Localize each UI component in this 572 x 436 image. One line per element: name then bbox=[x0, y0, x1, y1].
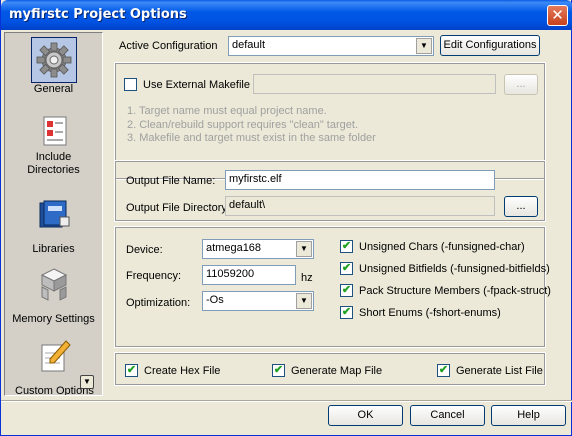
generate-list-file-label: Generate List File bbox=[456, 365, 543, 377]
optimization-label: Optimization: bbox=[126, 297, 191, 309]
edit-configurations-button[interactable]: Edit Configurations bbox=[440, 35, 540, 56]
chevron-down-icon: ▼ bbox=[296, 241, 312, 257]
create-hex-file-label: Create Hex File bbox=[144, 365, 221, 377]
unsigned-chars-label: Unsigned Chars (-funsigned-char) bbox=[359, 241, 525, 253]
sidebar-item-label: Include Directories bbox=[27, 151, 80, 176]
output-directory-browse-button[interactable]: ... bbox=[504, 196, 538, 217]
frequency-unit: hz bbox=[301, 272, 313, 284]
sidebar-item-label: Libraries bbox=[32, 243, 75, 255]
output-file-directory-field[interactable]: default\ bbox=[225, 196, 495, 216]
chevron-down-icon: ▼ bbox=[296, 293, 312, 309]
blocks-icon bbox=[40, 268, 67, 301]
ok-button[interactable]: OK bbox=[328, 405, 403, 426]
makefile-browse-button[interactable]: ... bbox=[504, 74, 538, 95]
gear-icon bbox=[36, 42, 71, 78]
window-title: myfirstc Project Options bbox=[9, 7, 187, 22]
directory-icon bbox=[43, 116, 66, 146]
sidebar-item-label: General bbox=[33, 83, 74, 95]
short-enums-label: Short Enums (-fshort-enums) bbox=[359, 307, 501, 319]
output-file-directory-label: Output File Directory: bbox=[126, 202, 230, 214]
makefile-path-field[interactable] bbox=[253, 74, 496, 94]
optimization-select[interactable]: -Os ▼ bbox=[202, 291, 314, 311]
device-value: atmega168 bbox=[206, 242, 262, 254]
pack-structure-members-checkbox[interactable]: ✔ bbox=[340, 284, 353, 297]
active-configuration-label: Active Configuration bbox=[119, 40, 218, 52]
use-external-makefile-label: Use External Makefile bbox=[143, 79, 250, 91]
device-label: Device: bbox=[126, 244, 163, 256]
active-configuration-value: default bbox=[232, 39, 266, 51]
use-external-makefile-checkbox[interactable]: ✔ bbox=[124, 78, 137, 91]
unsigned-bitfields-checkbox[interactable]: ✔ bbox=[340, 262, 353, 275]
makefile-note-3: 3. Makefile and target must exist in the… bbox=[127, 132, 376, 144]
output-file-name-field[interactable]: myfirstc.elf bbox=[225, 170, 495, 190]
sidebar-scroll-down-button[interactable]: ▼ bbox=[80, 375, 94, 389]
generate-list-file-checkbox[interactable]: ✔ bbox=[437, 364, 450, 377]
create-hex-file-checkbox[interactable]: ✔ bbox=[125, 364, 138, 377]
general-options-panel: Active Configuration default ▼ Edit Conf… bbox=[108, 30, 570, 402]
sidebar-item-general[interactable]: General bbox=[5, 37, 102, 96]
sidebar-item-memory-settings[interactable]: Memory Settings bbox=[5, 267, 102, 326]
sidebar-item-libraries[interactable]: Libraries bbox=[5, 197, 102, 256]
makefile-note-1: 1. Target name must equal project name. bbox=[127, 105, 327, 117]
frequency-label: Frequency: bbox=[126, 270, 182, 282]
category-sidebar: General Include Directories Libraries Me… bbox=[4, 32, 103, 396]
pencil-note-icon bbox=[41, 340, 71, 372]
sidebar-item-label: Memory Settings bbox=[12, 313, 95, 325]
optimization-value: -Os bbox=[206, 294, 224, 306]
title-bar[interactable]: myfirstc Project Options ✕ bbox=[1, 0, 572, 30]
makefile-note-2: 2. Clean/rebuild support requires "clean… bbox=[127, 119, 358, 131]
close-button[interactable]: ✕ bbox=[547, 5, 568, 26]
generate-map-file-label: Generate Map File bbox=[291, 365, 383, 377]
output-file-name-label: Output File Name: bbox=[126, 175, 216, 187]
unsigned-bitfields-label: Unsigned Bitfields (-funsigned-bitfields… bbox=[359, 263, 550, 275]
device-select[interactable]: atmega168 ▼ bbox=[202, 239, 314, 259]
cancel-button[interactable]: Cancel bbox=[410, 405, 485, 426]
chevron-down-icon: ▼ bbox=[416, 38, 432, 54]
generate-map-file-checkbox[interactable]: ✔ bbox=[272, 364, 285, 377]
books-icon bbox=[39, 200, 69, 228]
active-configuration-select[interactable]: default ▼ bbox=[228, 36, 434, 56]
unsigned-chars-checkbox[interactable]: ✔ bbox=[340, 240, 353, 253]
footer-divider bbox=[1, 400, 572, 402]
frequency-field[interactable]: 11059200 bbox=[202, 265, 296, 285]
short-enums-checkbox[interactable]: ✔ bbox=[340, 306, 353, 319]
project-options-dialog: myfirstc Project Options ✕ General Inclu… bbox=[0, 0, 572, 436]
help-button[interactable]: Help bbox=[491, 405, 566, 426]
pack-structure-members-label: Pack Structure Members (-fpack-struct) bbox=[359, 285, 551, 297]
sidebar-item-include-directories[interactable]: Include Directories bbox=[5, 113, 102, 177]
